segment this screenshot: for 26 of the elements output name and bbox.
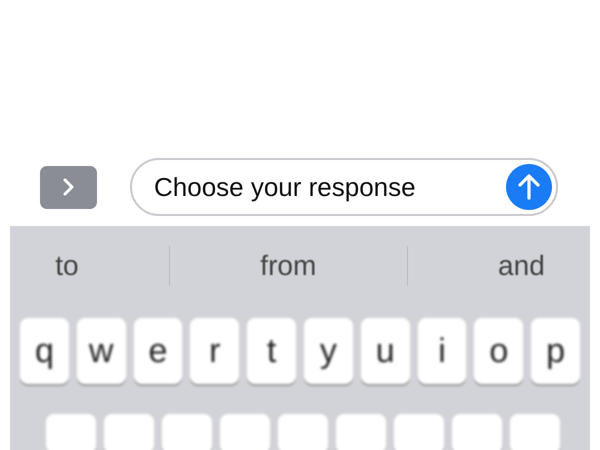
keyboard-key[interactable]: q	[20, 318, 69, 384]
message-field[interactable]: Choose your response	[130, 158, 558, 216]
keyboard-key[interactable]: p	[531, 318, 580, 384]
arrow-up-icon	[517, 173, 541, 201]
keyboard-key[interactable]	[510, 414, 560, 450]
keyboard-key[interactable]	[46, 414, 96, 450]
keyboard-key[interactable]	[452, 414, 502, 450]
keyboard-key[interactable]: y	[304, 318, 353, 384]
suggestion[interactable]: and	[498, 250, 545, 282]
keyboard-key[interactable]	[220, 414, 270, 450]
keyboard-key[interactable]: w	[76, 318, 126, 384]
keyboard-key[interactable]: i	[418, 318, 466, 384]
suggestion[interactable]: to	[55, 250, 79, 282]
chevron-icon	[60, 177, 76, 197]
keyboard-key[interactable]: t	[247, 318, 296, 384]
keyboard-key[interactable]: o	[474, 318, 524, 384]
keyboard-key[interactable]	[104, 414, 154, 450]
keyboard-key[interactable]: r	[190, 318, 240, 384]
expand-button[interactable]	[40, 166, 97, 208]
suggestion[interactable]: from	[260, 250, 316, 282]
keyboard-key[interactable]: e	[134, 318, 182, 384]
keyboard-key[interactable]: u	[360, 318, 410, 384]
keyboard-key[interactable]	[278, 414, 328, 450]
keyboard-key[interactable]	[394, 414, 444, 450]
keyboard-key[interactable]	[162, 414, 212, 450]
keyboard-key[interactable]	[336, 414, 386, 450]
